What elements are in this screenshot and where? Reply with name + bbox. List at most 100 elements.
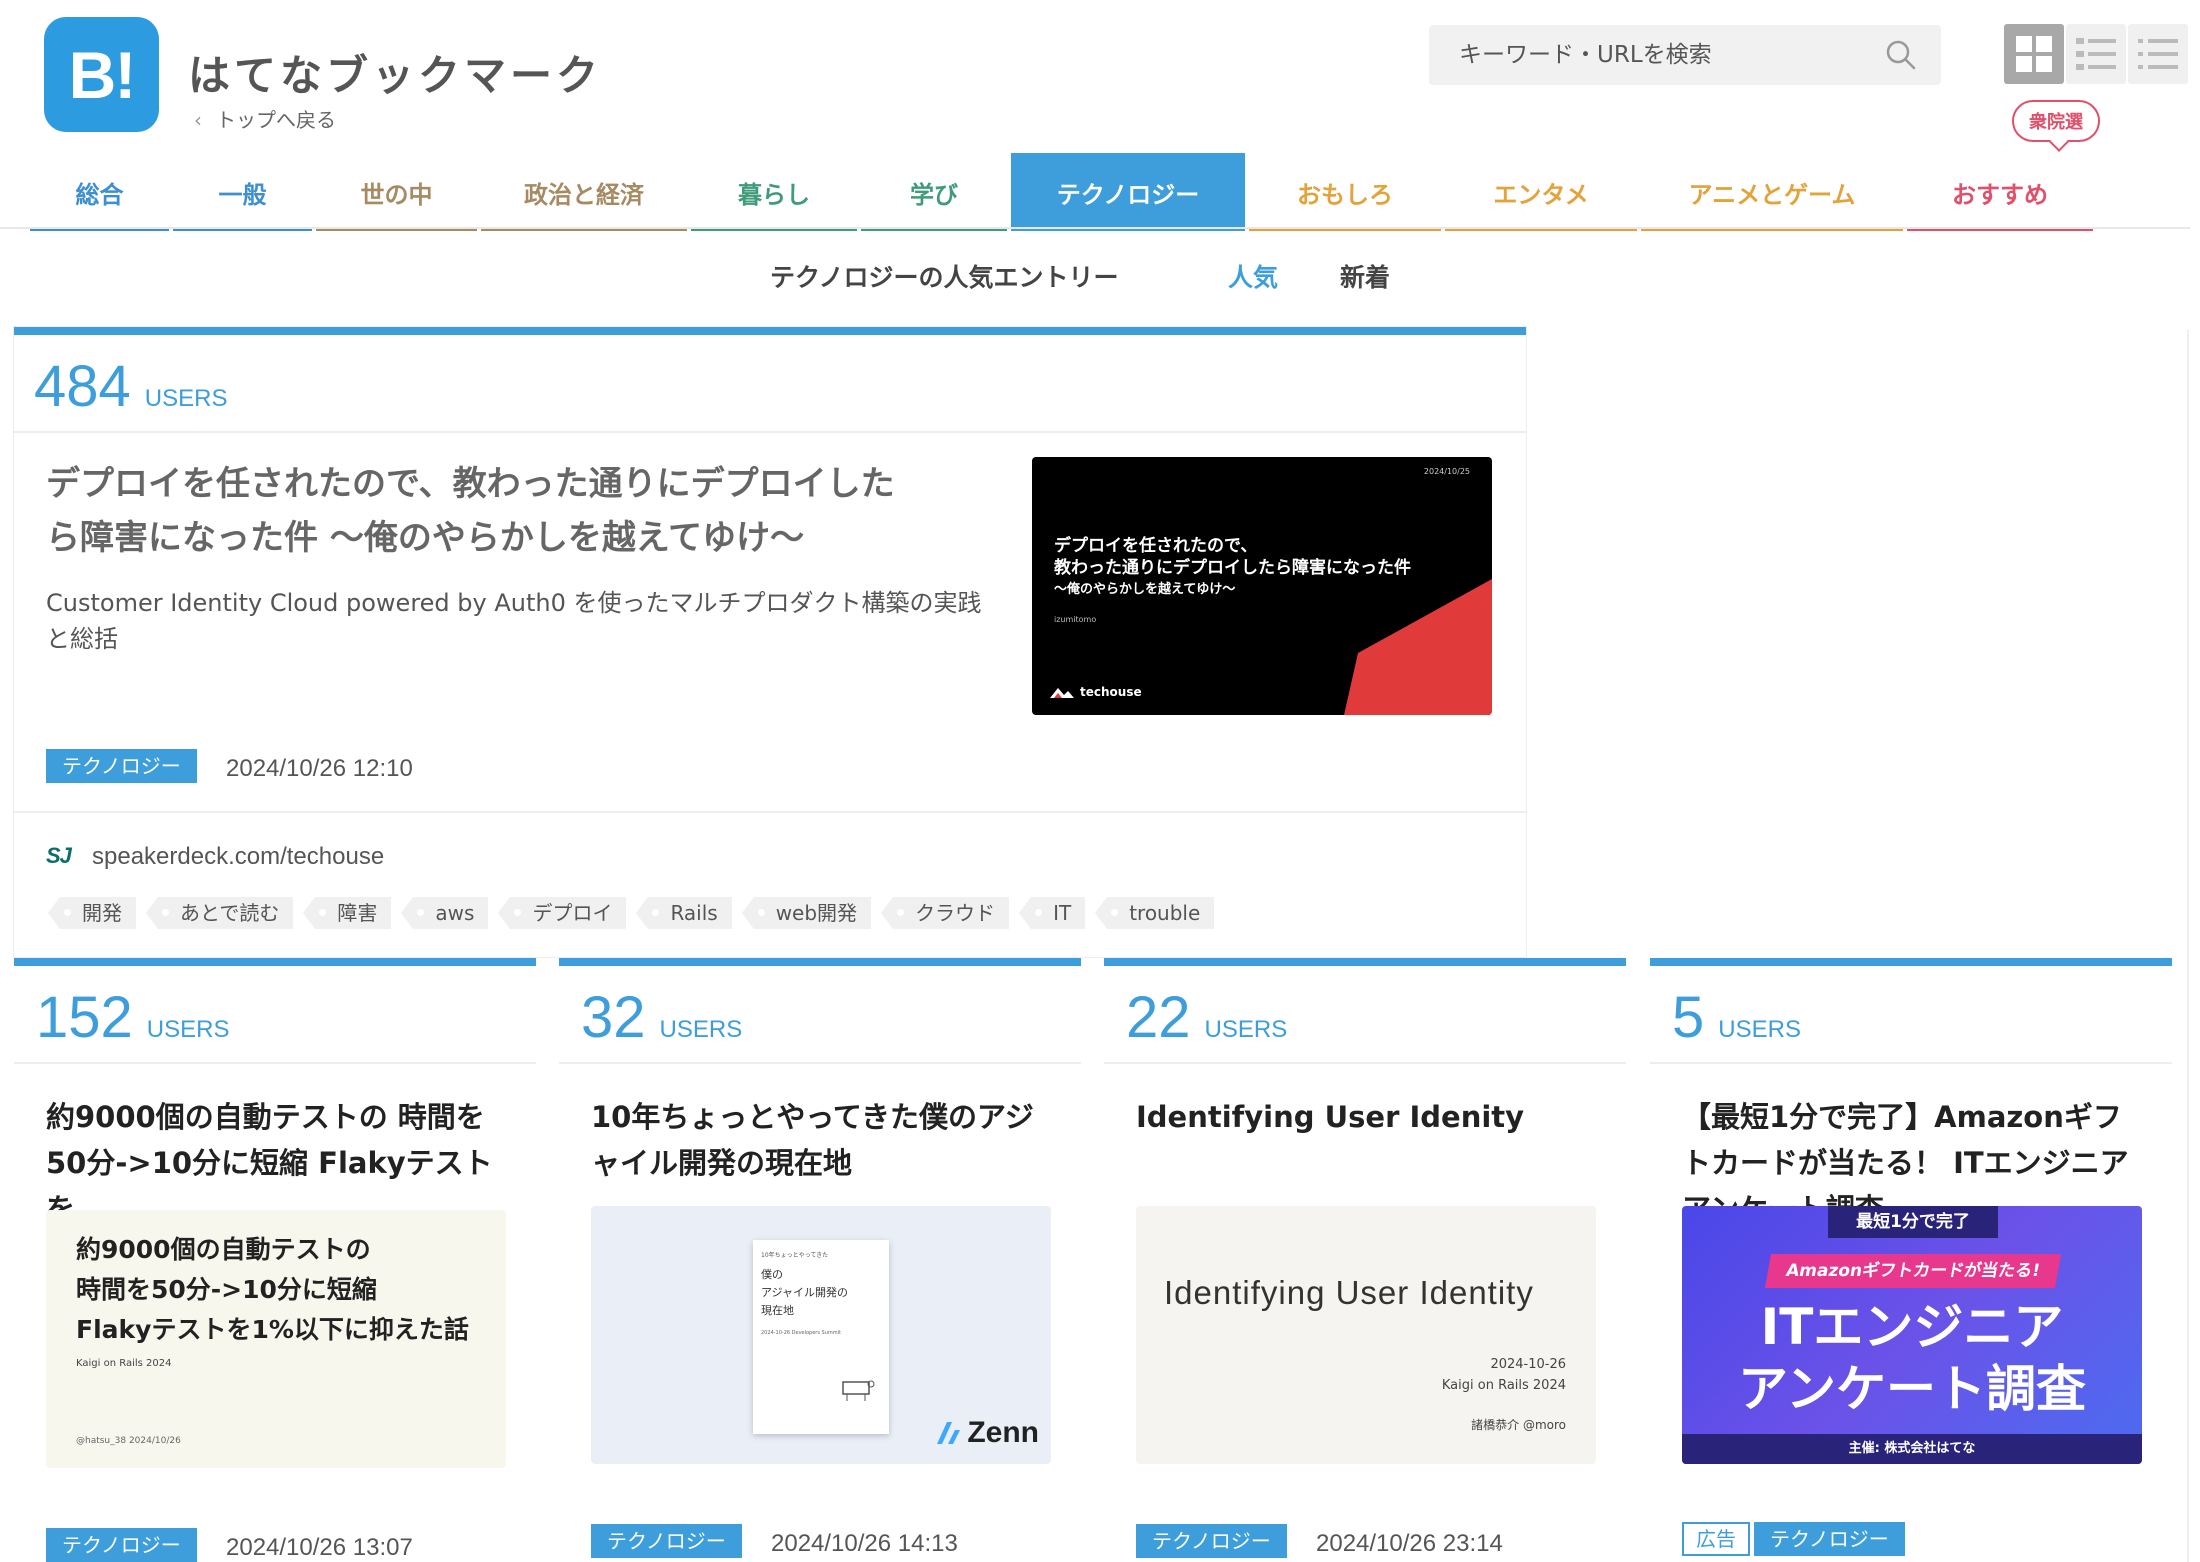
tag-item[interactable]: 開発: [48, 897, 136, 929]
tag-item[interactable]: trouble: [1095, 897, 1215, 929]
book-title-line: 僕の: [761, 1268, 783, 1281]
site-title[interactable]: はてなブックマーク: [188, 42, 602, 103]
chevron-left-icon: ‹: [194, 108, 202, 132]
entry-title[interactable]: デプロイを任されたので、教わった通りにデプロイした ら障害になった件 〜俺のやら…: [46, 457, 1006, 565]
entry-thumbnail[interactable]: Identifying User Identity 2024-10-26 Kaigi…: [1136, 1206, 1596, 1464]
users-count[interactable]: 22 USERS: [1126, 984, 1287, 1051]
thumb-title-line: アンケート調査: [1738, 1360, 2086, 1418]
category-tag[interactable]: テクノロジー: [1754, 1522, 1905, 1556]
search-icon[interactable]: [1885, 39, 1917, 71]
entry-card[interactable]: 5 USERS 【最短1分で完了】Amazonギフ トカードが当たる！ ITエンジニア…: [1650, 958, 2172, 1562]
tag-item[interactable]: クラウド: [881, 897, 1010, 929]
users-label: USERS: [144, 385, 228, 412]
entry-title[interactable]: Identifying User Idenity: [1136, 1094, 1606, 1140]
category-nav: 総合 一般 世の中 政治と経済 暮らし 学び テクノロジー おもしろ エンタメ アニメとゲーム おす…: [30, 153, 2170, 231]
entry-description: Customer Identity Cloud powered by Auth0…: [46, 585, 1026, 657]
search-box: [1429, 25, 1941, 85]
entry-thumbnail[interactable]: 2024/10/25 デプロイを任されたので、 教わった通りにデプロイしたら障害…: [1032, 457, 1492, 715]
sort-popular-tab[interactable]: 人気: [1228, 258, 1278, 294]
tag-item[interactable]: Rails: [636, 897, 732, 929]
tag-item[interactable]: aws: [401, 897, 489, 929]
tag-item[interactable]: web開発: [741, 897, 872, 929]
thumb-author: @hatsu_38 2024/10/26: [76, 1436, 181, 1446]
nav-tab-label: 学び: [910, 180, 958, 209]
sort-new-tab[interactable]: 新着: [1340, 258, 1390, 294]
users-count[interactable]: 32 USERS: [581, 984, 742, 1051]
back-to-top-link[interactable]: ‹ トップへ戻る: [194, 104, 336, 133]
tag-item[interactable]: 障害: [303, 897, 392, 929]
compact-list-icon: [2138, 39, 2178, 69]
nav-tab[interactable]: 政治と経済: [481, 153, 687, 231]
tag-item[interactable]: あとで読む: [145, 897, 294, 929]
thumb-brand: techouse: [1050, 685, 1142, 699]
nav-tab[interactable]: エンタメ: [1445, 153, 1637, 231]
list-view-button[interactable]: [2066, 24, 2126, 84]
grid-icon: [2016, 36, 2052, 72]
users-count[interactable]: 152 USERS: [36, 984, 229, 1051]
nav-tab[interactable]: 総合: [30, 153, 169, 231]
nav-tab[interactable]: 暮らし: [691, 153, 857, 231]
users-count[interactable]: 5 USERS: [1672, 984, 1801, 1051]
hatena-bookmark-logo[interactable]: B!: [44, 17, 159, 132]
sidebar-divider: [2187, 330, 2189, 1562]
zenn-logo-text: Zenn: [967, 1416, 1039, 1449]
featured-entry-card[interactable]: 484 USERS デプロイを任されたので、教わった通りにデプロイした ら障害にな…: [14, 327, 1526, 957]
category-tag[interactable]: テクノロジー: [591, 1524, 742, 1558]
nav-tab[interactable]: 一般: [173, 153, 312, 231]
nav-tab[interactable]: テクノロジー: [1011, 153, 1245, 231]
users-number: 22: [1126, 985, 1191, 1050]
tag-item[interactable]: IT: [1019, 897, 1086, 929]
nav-tab-label: 政治と経済: [524, 180, 644, 209]
entry-card[interactable]: 32 USERS 10年ちょっとやってきた僕のアジ ャイル開発の現在地 10年ちょっとや…: [559, 958, 1081, 1562]
users-label: USERS: [146, 1016, 230, 1043]
entry-thumbnail[interactable]: 10年ちょっとやってきた 僕の アジャイル開発の 現在地 2024-10-26 Deve…: [591, 1206, 1051, 1464]
divider: [14, 431, 1526, 433]
category-tag[interactable]: テクノロジー: [46, 1528, 197, 1562]
book-cover: 10年ちょっとやってきた 僕の アジャイル開発の 現在地 2024-10-26 Deve…: [753, 1240, 889, 1434]
nav-tab[interactable]: おすすめ: [1907, 153, 2093, 231]
nav-tab-label: 暮らし: [738, 180, 810, 209]
thumb-sponsor: 主催: 株式会社はてな: [1682, 1434, 2142, 1464]
entry-card[interactable]: 22 USERS Identifying User Idenity Identifyi…: [1104, 958, 1626, 1562]
title-line: Identifying User Idenity: [1136, 1100, 1525, 1134]
entry-card[interactable]: 152 USERS 約9000個の自動テストの 時間を 50分->10分に短縮 Fla…: [14, 958, 536, 1562]
entry-thumbnail[interactable]: 約9000個の自動テストの 時間を50分->10分に短縮 Flakyテストを1%以下…: [46, 1210, 506, 1468]
entry-domain[interactable]: speakerdeck.com/techouse: [92, 843, 384, 871]
grid-view-button[interactable]: [2004, 24, 2064, 84]
category-tag[interactable]: テクノロジー: [46, 749, 197, 783]
entry-date: 2024/10/26 23:14: [1316, 1530, 1503, 1557]
users-number: 5: [1672, 985, 1705, 1050]
users-number: 152: [36, 985, 133, 1050]
category-tag[interactable]: テクノロジー: [1136, 1524, 1287, 1558]
divider: [1104, 1062, 1626, 1064]
nav-tab[interactable]: 学び: [861, 153, 1007, 231]
tag-item[interactable]: デプロイ: [498, 897, 627, 929]
users-number: 32: [581, 985, 646, 1050]
book-small-text: 10年ちょっとやってきた: [761, 1252, 829, 1259]
nav-tab[interactable]: おもしろ: [1249, 153, 1441, 231]
entry-date: 2024/10/26 13:07: [226, 1534, 413, 1561]
thumb-date: 2024-10-26: [1490, 1357, 1566, 1372]
entry-title[interactable]: 10年ちょっとやってきた僕のアジ ャイル開発の現在地: [591, 1094, 1061, 1186]
nav-tab-label: 総合: [75, 180, 124, 209]
back-to-top-label: トップへ戻る: [216, 108, 336, 132]
thumb-title-line: Flakyテストを1%以下に抑えた話: [76, 1315, 469, 1344]
divider: [559, 1062, 1081, 1064]
election-badge[interactable]: 衆院選: [2012, 100, 2100, 142]
search-input[interactable]: [1459, 42, 1879, 68]
nav-tab[interactable]: アニメとゲーム: [1641, 153, 1903, 231]
users-count[interactable]: 484 USERS: [34, 353, 227, 420]
nav-tab[interactable]: 世の中: [316, 153, 477, 231]
thumb-meta: 2024-10-26 Kaigi on Rails 2024: [1442, 1354, 1566, 1396]
thumb-event: Kaigi on Rails 2024: [1441, 1378, 1566, 1393]
entry-thumbnail[interactable]: 最短1分で完了 Amazonギフトカードが当たる! ITエンジニア アンケート調査 主催…: [1682, 1206, 2142, 1464]
divider: [14, 1062, 536, 1064]
title-line: ら障害になった件 〜俺のやらかしを越えてゆけ〜: [46, 518, 805, 558]
thumb-title-line: 時間を50分->10分に短縮: [76, 1275, 377, 1304]
thumb-event: Kaigi on Rails 2024: [76, 1358, 172, 1369]
thumb-ribbon: Amazonギフトカードが当たる!: [1765, 1254, 2061, 1288]
nav-tab-label: エンタメ: [1493, 180, 1589, 209]
users-label: USERS: [659, 1016, 743, 1043]
compact-list-view-button[interactable]: [2128, 24, 2188, 84]
title-line: 10年ちょっとやってきた僕のアジ: [591, 1100, 1034, 1134]
